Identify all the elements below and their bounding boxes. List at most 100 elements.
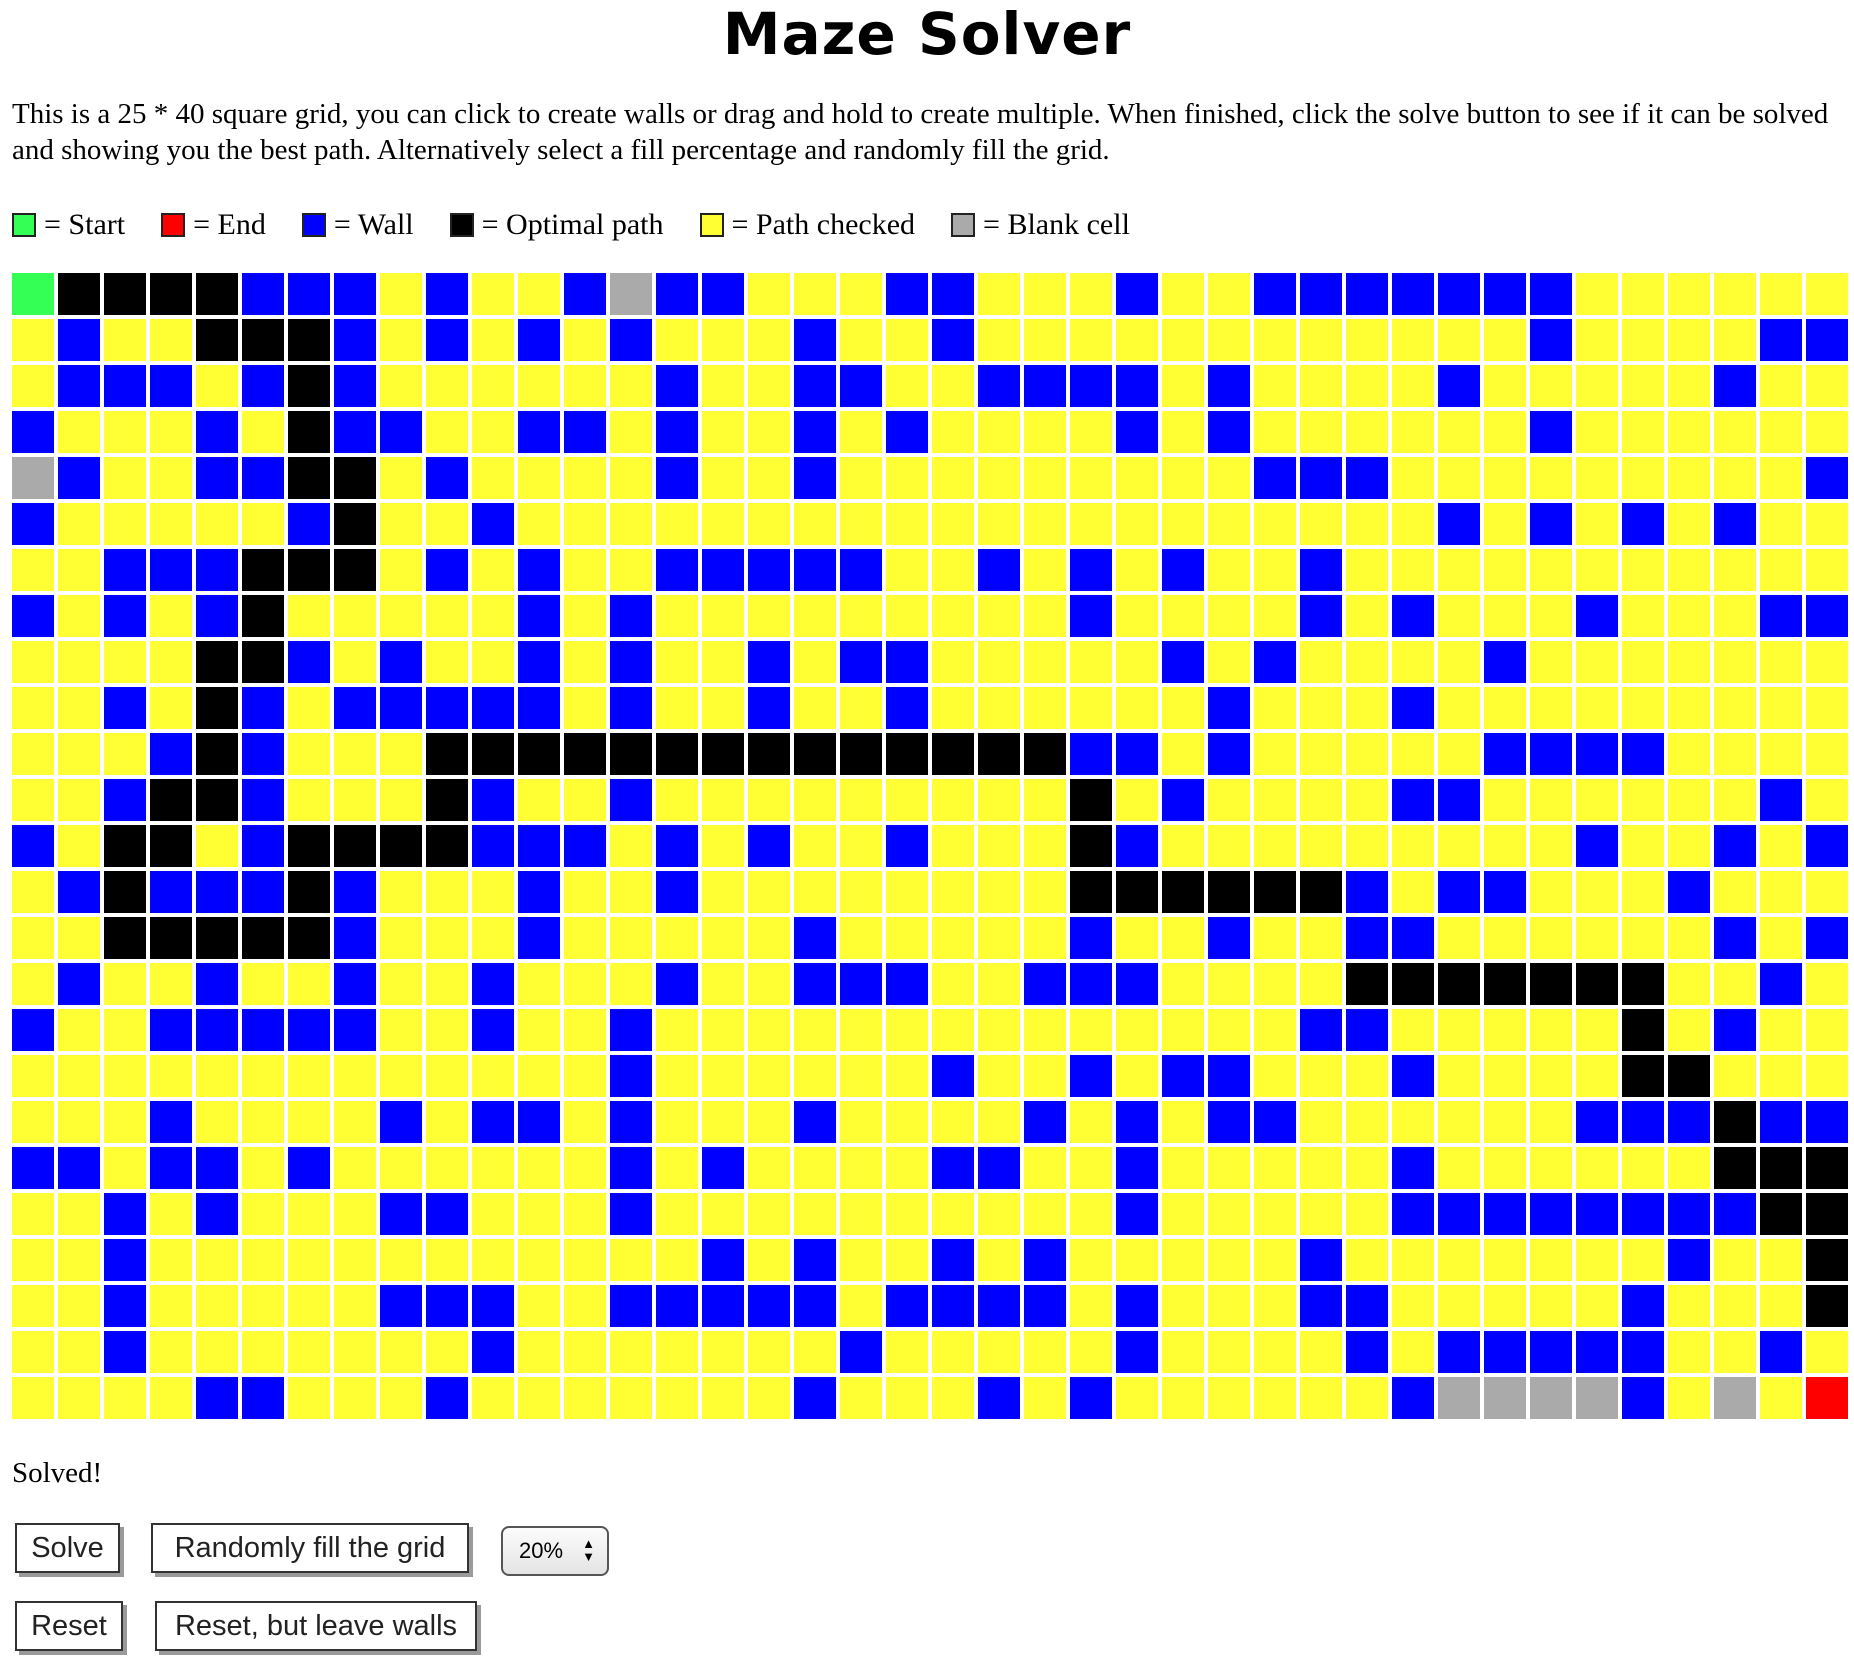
grid-cell-path-checked[interactable] [1530,641,1572,683]
grid-cell-path-checked[interactable] [1760,825,1802,867]
grid-cell-wall[interactable] [242,1009,284,1051]
grid-cell-path-checked[interactable] [840,1377,882,1419]
grid-cell-wall[interactable] [978,1377,1020,1419]
grid-cell-path-checked[interactable] [886,1009,928,1051]
grid-cell-optimal-path[interactable] [1714,1101,1756,1143]
grid-cell-path-checked[interactable] [564,917,606,959]
grid-cell-path-checked[interactable] [1484,457,1526,499]
grid-cell-path-checked[interactable] [288,1285,330,1327]
grid-cell-path-checked[interactable] [1484,1147,1526,1189]
grid-cell-path-checked[interactable] [1438,1101,1480,1143]
grid-cell-wall[interactable] [58,319,100,361]
grid-cell-wall[interactable] [1622,1331,1664,1373]
grid-cell-path-checked[interactable] [1300,687,1342,729]
grid-cell-path-checked[interactable] [564,1055,606,1097]
grid-cell-wall[interactable] [518,641,560,683]
grid-cell-path-checked[interactable] [1806,411,1848,453]
grid-cell-path-checked[interactable] [702,457,744,499]
grid-cell-wall[interactable] [702,1285,744,1327]
grid-cell-path-checked[interactable] [1346,549,1388,591]
grid-cell-path-checked[interactable] [472,273,514,315]
grid-cell-wall[interactable] [150,1147,192,1189]
grid-cell-path-checked[interactable] [610,411,652,453]
grid-cell-path-checked[interactable] [1714,457,1756,499]
grid-cell-path-checked[interactable] [150,1193,192,1235]
grid-cell-path-checked[interactable] [1668,779,1710,821]
grid-cell-path-checked[interactable] [886,1101,928,1143]
grid-cell-path-checked[interactable] [1162,1285,1204,1327]
grid-cell-path-checked[interactable] [1208,963,1250,1005]
grid-cell-path-checked[interactable] [1300,733,1342,775]
grid-cell-path-checked[interactable] [1208,779,1250,821]
grid-cell-path-checked[interactable] [1576,319,1618,361]
grid-cell-path-checked[interactable] [472,917,514,959]
grid-cell-path-checked[interactable] [932,1009,974,1051]
grid-cell-wall[interactable] [656,1285,698,1327]
grid-cell-path-checked[interactable] [288,595,330,637]
grid-cell-path-checked[interactable] [1162,917,1204,959]
grid-cell-optimal-path[interactable] [380,825,422,867]
grid-cell-path-checked[interactable] [518,1055,560,1097]
grid-cell-path-checked[interactable] [978,457,1020,499]
grid-cell-wall[interactable] [656,411,698,453]
grid-cell-path-checked[interactable] [380,1147,422,1189]
grid-cell-path-checked[interactable] [104,733,146,775]
grid-cell-blank[interactable] [610,273,652,315]
grid-cell-wall[interactable] [426,457,468,499]
grid-cell-path-checked[interactable] [104,457,146,499]
grid-cell-wall[interactable] [794,319,836,361]
grid-cell-wall[interactable] [12,1009,54,1051]
grid-cell-path-checked[interactable] [472,457,514,499]
grid-cell-wall[interactable] [1438,503,1480,545]
grid-cell-path-checked[interactable] [380,457,422,499]
grid-cell-path-checked[interactable] [196,1055,238,1097]
grid-cell-wall[interactable] [196,411,238,453]
grid-cell-optimal-path[interactable] [58,273,100,315]
grid-cell-wall[interactable] [1116,1193,1158,1235]
grid-cell-path-checked[interactable] [426,411,468,453]
grid-cell-wall[interactable] [518,687,560,729]
grid-cell-wall[interactable] [1576,1101,1618,1143]
grid-cell-path-checked[interactable] [886,549,928,591]
grid-cell-path-checked[interactable] [380,365,422,407]
grid-cell-wall[interactable] [472,1009,514,1051]
grid-cell-path-checked[interactable] [656,595,698,637]
grid-cell-path-checked[interactable] [1300,1147,1342,1189]
grid-cell-path-checked[interactable] [932,365,974,407]
grid-cell-path-checked[interactable] [610,871,652,913]
grid-cell-path-checked[interactable] [1806,687,1848,729]
grid-cell-path-checked[interactable] [1760,549,1802,591]
grid-cell-path-checked[interactable] [978,273,1020,315]
grid-cell-path-checked[interactable] [1714,595,1756,637]
grid-cell-path-checked[interactable] [1162,1147,1204,1189]
grid-cell-path-checked[interactable] [1208,595,1250,637]
grid-cell-wall[interactable] [1622,1193,1664,1235]
grid-cell-path-checked[interactable] [1484,1009,1526,1051]
grid-cell-path-checked[interactable] [288,687,330,729]
grid-cell-wall[interactable] [1576,1193,1618,1235]
grid-cell-path-checked[interactable] [1300,503,1342,545]
grid-cell-optimal-path[interactable] [104,871,146,913]
grid-cell-path-checked[interactable] [1162,1009,1204,1051]
grid-cell-optimal-path[interactable] [242,595,284,637]
grid-cell-wall[interactable] [1116,733,1158,775]
grid-cell-path-checked[interactable] [1300,1193,1342,1235]
grid-cell-optimal-path[interactable] [1668,1055,1710,1097]
grid-cell-path-checked[interactable] [380,1239,422,1281]
grid-cell-path-checked[interactable] [1346,1193,1388,1235]
grid-cell-path-checked[interactable] [1162,1193,1204,1235]
grid-cell-blank[interactable] [1484,1377,1526,1419]
grid-cell-wall[interactable] [518,917,560,959]
grid-cell-wall[interactable] [334,917,376,959]
grid-cell-wall[interactable] [426,273,468,315]
grid-cell-optimal-path[interactable] [748,733,790,775]
grid-cell-path-checked[interactable] [1254,1377,1296,1419]
grid-cell-wall[interactable] [702,1239,744,1281]
grid-cell-path-checked[interactable] [1208,273,1250,315]
grid-cell-optimal-path[interactable] [196,733,238,775]
grid-cell-path-checked[interactable] [794,503,836,545]
grid-cell-path-checked[interactable] [886,457,928,499]
grid-cell-path-checked[interactable] [840,457,882,499]
grid-cell-path-checked[interactable] [1576,549,1618,591]
grid-cell-path-checked[interactable] [1300,825,1342,867]
